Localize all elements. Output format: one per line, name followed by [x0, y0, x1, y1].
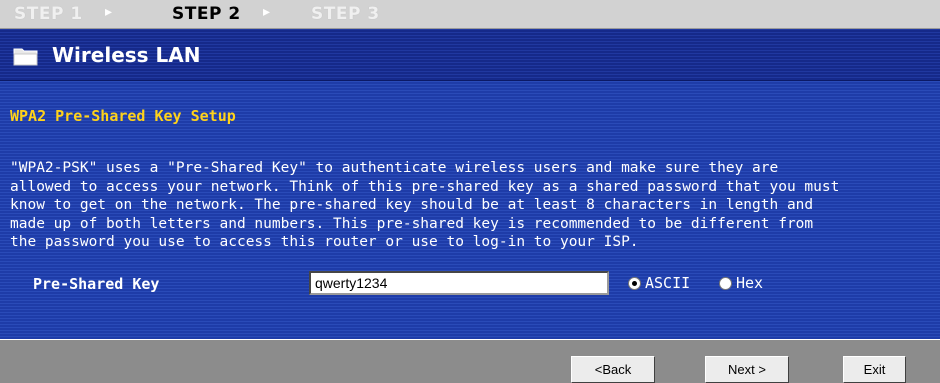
section-description: "WPA2-PSK" uses a "Pre-Shared Key" to au… [10, 160, 840, 250]
exit-button[interactable]: Exit [843, 356, 906, 383]
next-button[interactable]: Next > [705, 356, 789, 383]
hex-radio-button[interactable] [719, 276, 732, 290]
folder-icon [13, 48, 38, 66]
ascii-radio-button[interactable] [628, 276, 641, 290]
panel-header: Wireless LAN [0, 29, 940, 81]
step-1: STEP 1 [14, 4, 83, 24]
hex-radio-label: Hex [736, 274, 764, 292]
page-title: Wireless LAN [52, 43, 201, 67]
wizard-steps: STEP 1 ▸ STEP 2 ▸ STEP 3 [0, 0, 940, 29]
step-separator-icon: ▸ [105, 4, 113, 20]
hex-radio[interactable]: Hex [719, 274, 763, 292]
psk-label: Pre-Shared Key [33, 275, 160, 293]
ascii-radio-label: ASCII [645, 274, 691, 292]
section-title: WPA2 Pre-Shared Key Setup [10, 107, 236, 125]
ascii-radio[interactable]: ASCII [628, 274, 690, 292]
wizard-panel: Wireless LAN WPA2 Pre-Shared Key Setup "… [0, 29, 940, 339]
psk-input[interactable] [309, 271, 609, 295]
step-2: STEP 2 [172, 4, 241, 24]
button-bar: <Back Next > Exit [0, 340, 940, 383]
back-button[interactable]: <Back [571, 356, 655, 383]
step-3: STEP 3 [311, 4, 380, 24]
step-separator-icon: ▸ [263, 4, 271, 20]
